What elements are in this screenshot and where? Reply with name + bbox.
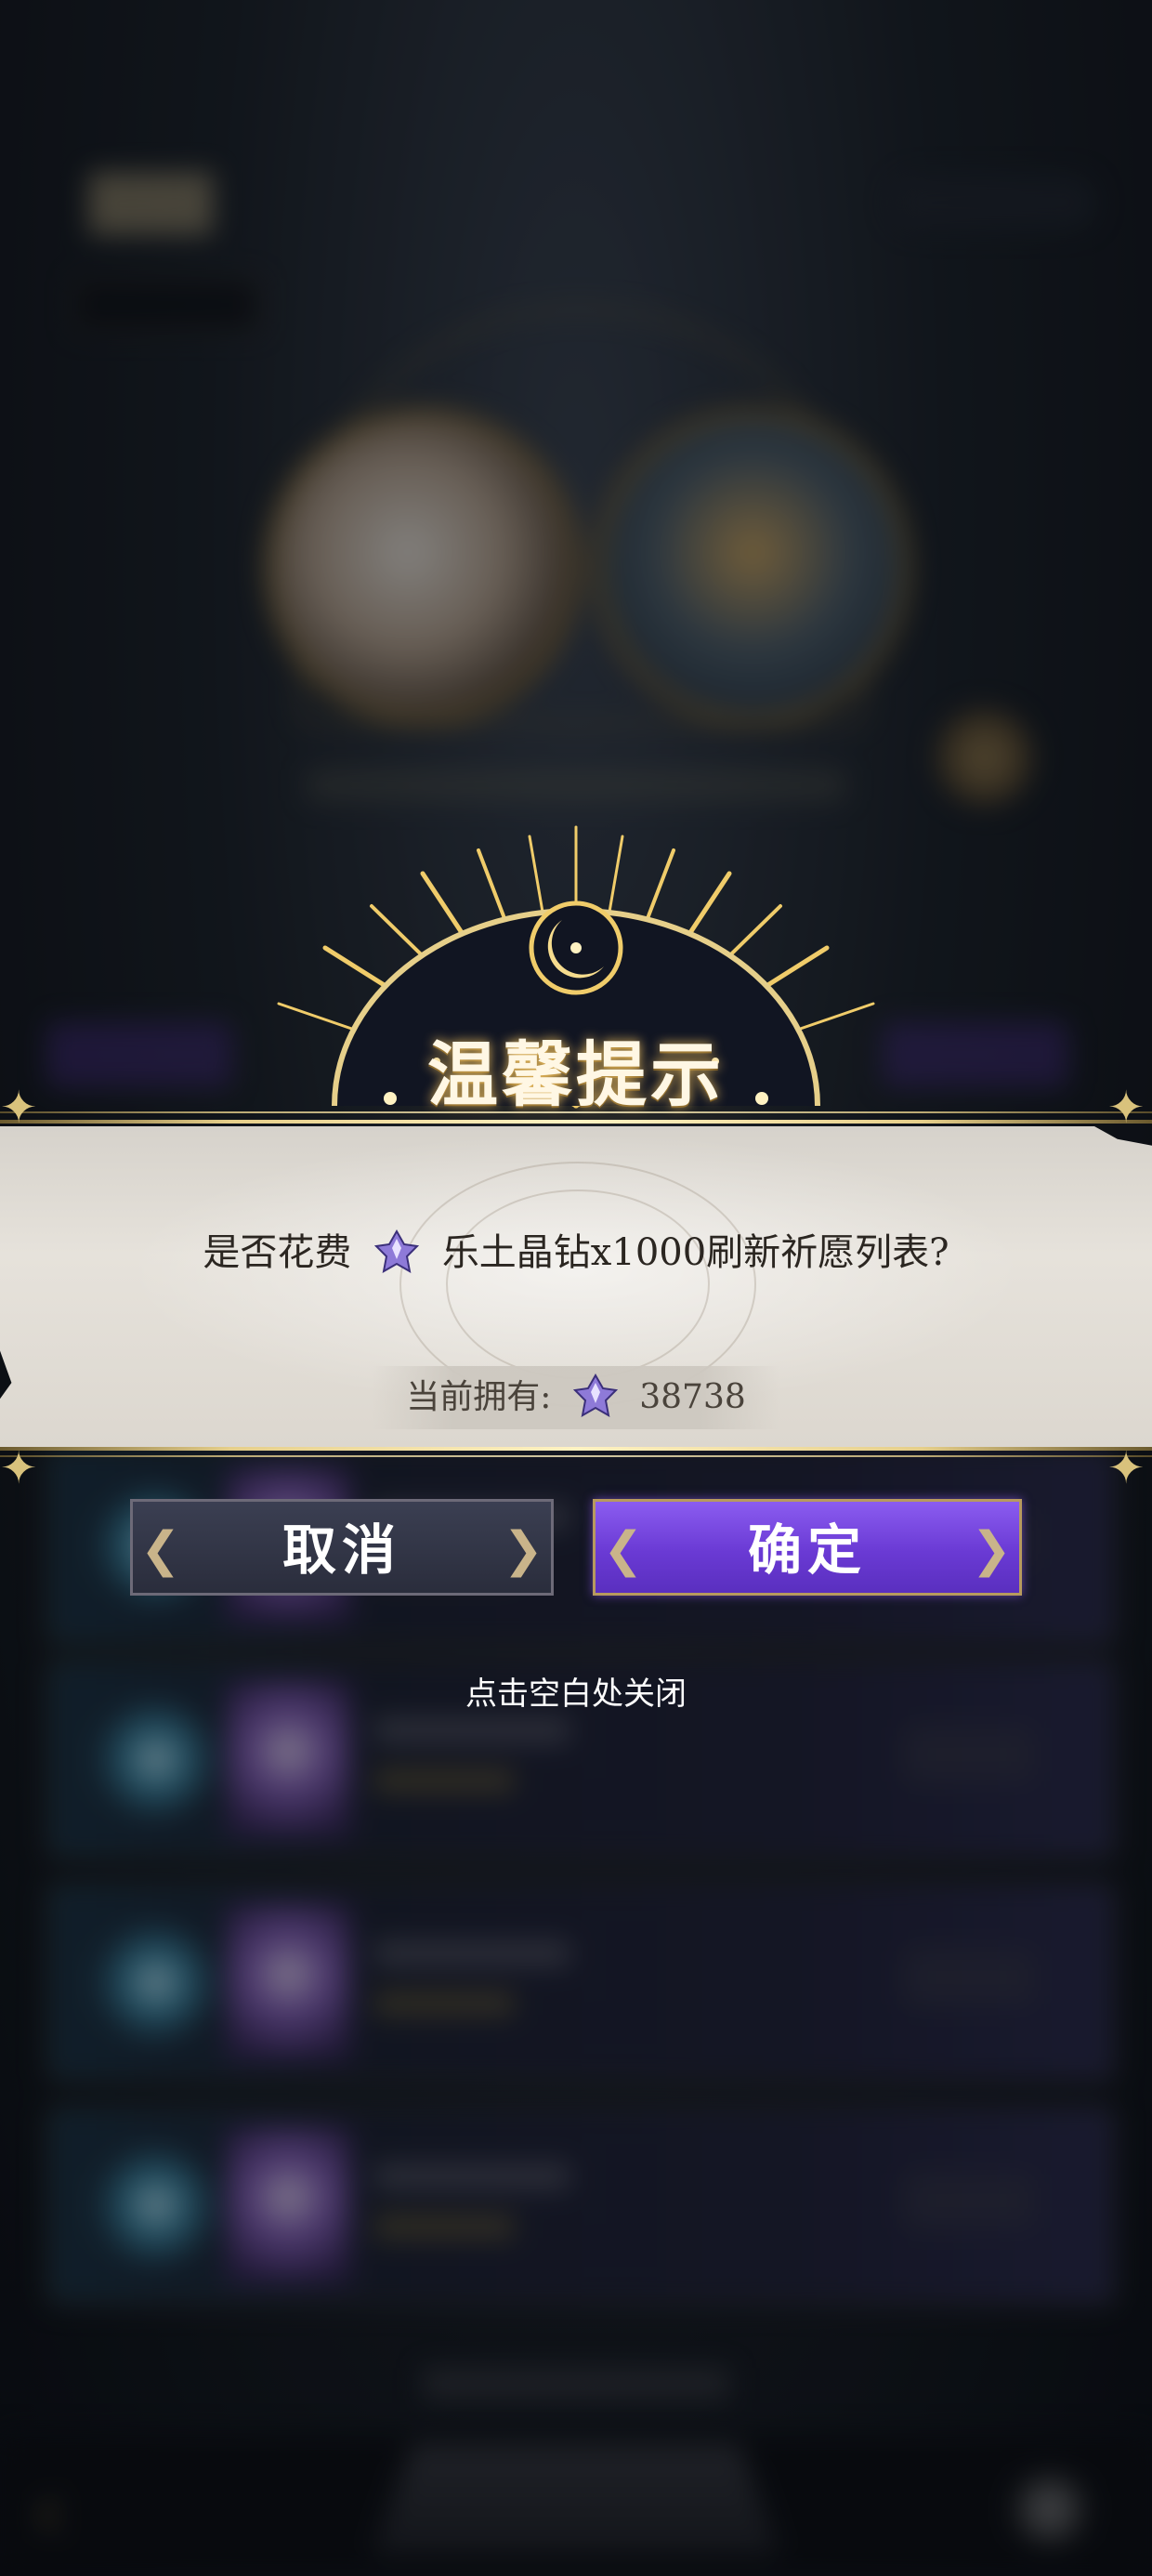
panel-decoration (446, 1189, 710, 1379)
ornament-right-icon: ❯ (503, 1522, 543, 1578)
confirm-button[interactable]: ❮ 确定 ❯ (593, 1499, 1022, 1596)
corner-star-icon: ✦ (1107, 1082, 1145, 1134)
corner-star-icon: ✦ (0, 1082, 38, 1134)
message-prefix: 是否花费 (203, 1231, 352, 1274)
crystal-diamond-icon (374, 1229, 420, 1273)
dialog-title: 温馨提示 (427, 1033, 725, 1116)
corner-star-icon: ✦ (1107, 1442, 1145, 1494)
bottom-divider-thin (0, 1455, 1152, 1457)
owned-balance: 当前拥有: 38738 (372, 1366, 780, 1429)
dialog-message: 是否花费 乐土晶钻x1000刷新祈愿列表? (0, 1222, 1152, 1278)
bottom-divider (0, 1447, 1152, 1451)
owned-label: 当前拥有: (406, 1378, 552, 1416)
ornament-left-icon: ❮ (603, 1522, 644, 1578)
crystal-diamond-icon (572, 1373, 618, 1417)
ornament-right-icon: ❯ (971, 1522, 1012, 1578)
close-hint: 点击空白处关闭 (465, 1676, 687, 1713)
cancel-button[interactable]: ❮ 取消 ❯ (130, 1499, 554, 1596)
top-divider-thin (0, 1111, 1152, 1113)
ornament-left-icon: ❮ (140, 1522, 181, 1578)
cancel-button-label: 取消 (281, 1518, 401, 1582)
corner-star-icon: ✦ (0, 1442, 38, 1494)
message-suffix: 乐土晶钻x1000刷新祈愿列表? (441, 1231, 949, 1274)
confirm-button-label: 确定 (747, 1518, 867, 1582)
top-divider (0, 1120, 1152, 1124)
owned-amount: 38738 (639, 1378, 746, 1416)
